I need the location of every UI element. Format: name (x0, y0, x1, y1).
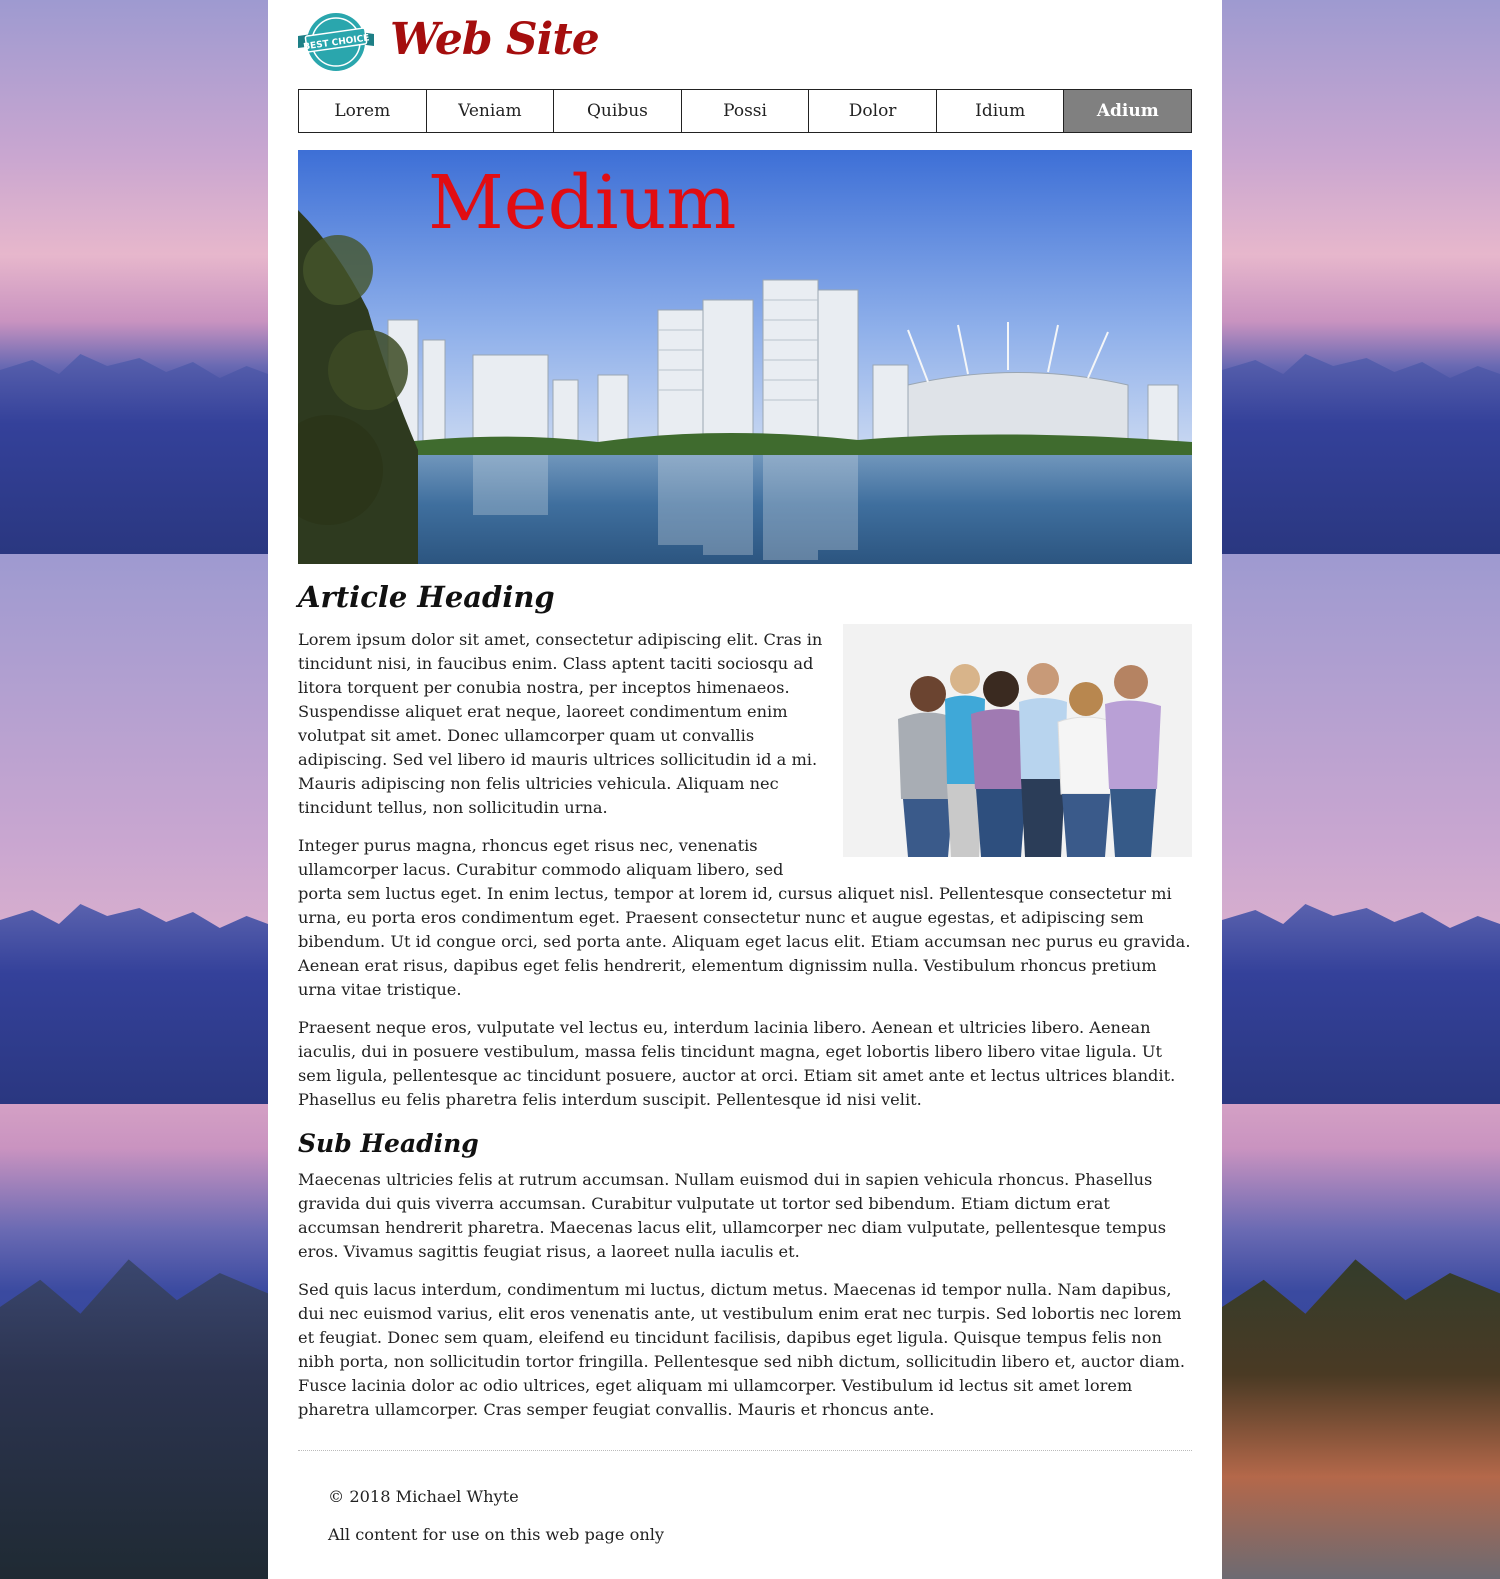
footer-note: All content for use on this web page onl… (328, 1525, 665, 1544)
main-navigation: Lorem Veniam Quibus Possi Dolor Idium Ad… (298, 89, 1192, 133)
article-paragraph: Praesent neque eros, vulputate vel lectu… (298, 1018, 1176, 1109)
group-photo-image (843, 624, 1192, 857)
site-header: BEST CHOICE Web Site (298, 0, 1192, 89)
background-landscape (1222, 0, 1500, 554)
background-landscape (1222, 554, 1500, 1579)
nav-item-possi[interactable]: Possi (682, 90, 810, 132)
hero-title: Medium (428, 160, 737, 246)
article-paragraph: Integer purus magna, rhoncus eget risus … (298, 836, 1191, 999)
nav-item-quibus[interactable]: Quibus (554, 90, 682, 132)
hero-banner: Medium (298, 150, 1192, 564)
nav-item-lorem[interactable]: Lorem (299, 90, 427, 132)
background-landscape (0, 554, 268, 1579)
nav-item-adium[interactable]: Adium (1064, 90, 1192, 132)
site-footer: © 2018 Michael Whyte All content for use… (298, 1450, 1192, 1547)
sub-paragraph: Maecenas ultricies felis at rutrum accum… (298, 1170, 1167, 1261)
nav-item-dolor[interactable]: Dolor (809, 90, 937, 132)
nav-item-veniam[interactable]: Veniam (427, 90, 555, 132)
page-container: BEST CHOICE Web Site Lorem Veniam Quibus… (268, 0, 1222, 1579)
sub-heading: Sub Heading (298, 1129, 479, 1158)
sub-paragraph: Sed quis lacus interdum, condimentum mi … (298, 1280, 1185, 1419)
article-heading: Article Heading (298, 580, 555, 614)
background-landscape (0, 0, 268, 554)
nav-item-idium[interactable]: Idium (937, 90, 1065, 132)
site-title[interactable]: Web Site (390, 14, 600, 65)
footer-copyright: © 2018 Michael Whyte (328, 1487, 519, 1506)
best-choice-badge-logo: BEST CHOICE (298, 13, 374, 71)
article-body: Lorem ipsum dolor sit amet, consectetur … (298, 624, 1192, 1422)
